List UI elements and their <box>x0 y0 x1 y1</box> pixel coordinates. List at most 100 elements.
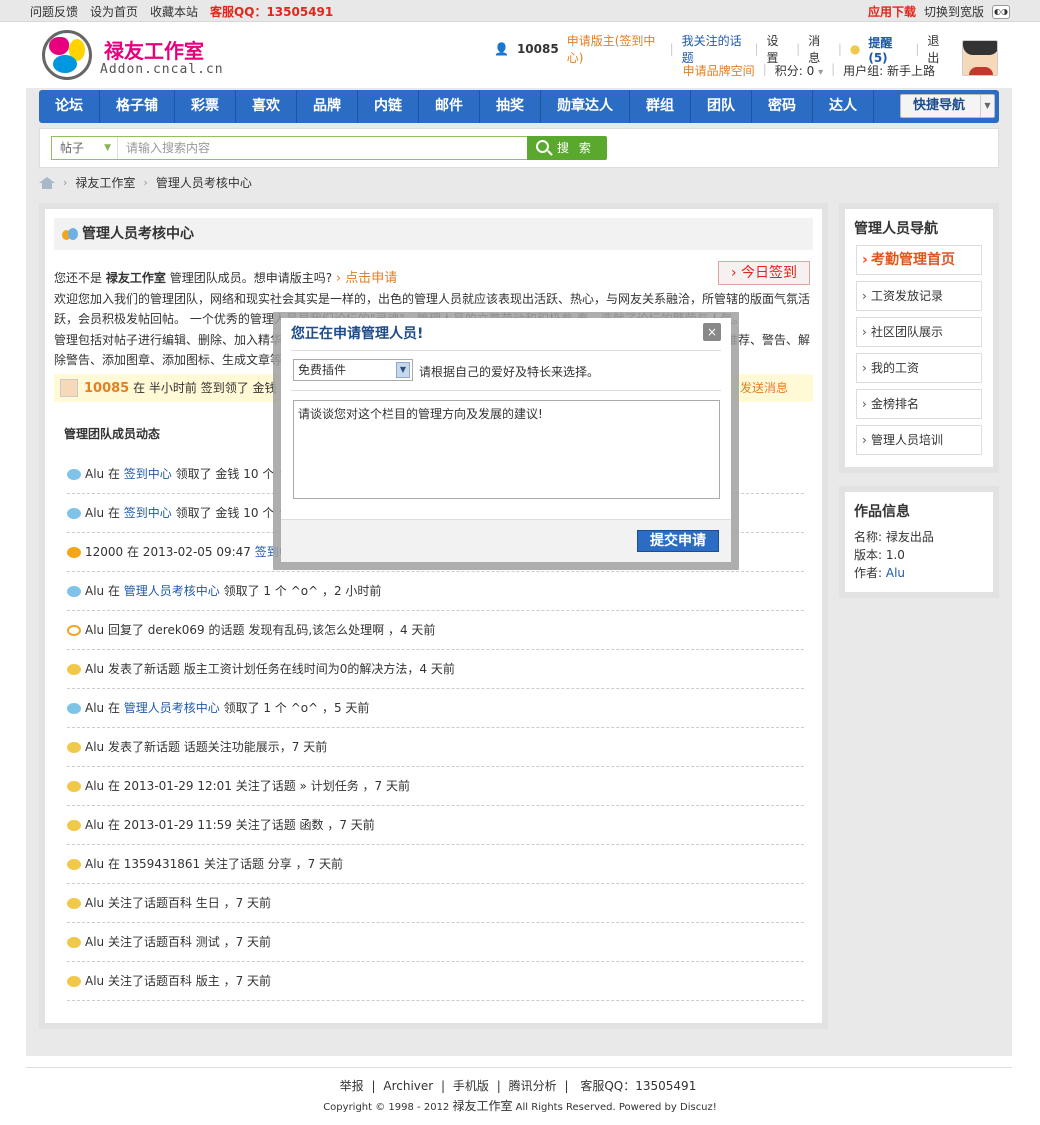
nav-item-team[interactable]: 团队 <box>691 90 752 123</box>
feed-link[interactable]: 管理人员考核中心 <box>124 701 220 715</box>
brand-space-link[interactable]: 申请品牌空间 <box>683 62 755 80</box>
settings-link[interactable]: 设置 <box>767 32 789 66</box>
sidebar-item-training[interactable]: 管理人员培训 <box>856 425 982 455</box>
logout-link[interactable]: 退出 <box>927 32 949 66</box>
avatar[interactable] <box>60 379 78 397</box>
list-item: Alu 关注了话题百科 生日 ，7 天前 <box>67 884 804 923</box>
suggestion-textarea[interactable]: 请谈谈您对这个栏目的管理方向及发展的建议! <box>293 400 720 499</box>
comment-icon <box>67 742 81 753</box>
sidebar-item-my-salary[interactable]: 我的工资 <box>856 353 982 383</box>
messages-link[interactable]: 消息 <box>808 32 830 66</box>
list-item: Alu 回复了 derek069 的话题 发现有乱码,该怎么处理啊 ，4 天前 <box>67 611 804 650</box>
feedback-link[interactable]: 问题反馈 <box>30 3 78 20</box>
switch-wide-link[interactable]: 切换到宽版 <box>924 3 984 20</box>
sidebar-item-ranking[interactable]: 金榜排名 <box>856 389 982 419</box>
bookmark-link[interactable]: 收藏本站 <box>150 3 198 20</box>
feed-text: Alu 发表了新话题 版主工资计划任务在线时间为0的解决方法，4 天前 <box>85 662 455 676</box>
search-input[interactable]: 请输入搜索内容 <box>126 137 210 159</box>
nav-item-grid-shop[interactable]: 格子铺 <box>100 90 175 123</box>
followed-topics-link[interactable]: 我关注的话题 <box>682 32 747 66</box>
close-icon[interactable]: × <box>703 323 721 341</box>
sidebar-item-attendance[interactable]: 考勤管理首页 <box>856 245 982 275</box>
not-member-notice: 您还不是 禄友工作室 管理团队成员。想申请版主吗? › 点击申请 <box>54 271 398 286</box>
feed-text: 12000 在 2013-02-05 09:47 <box>85 545 255 559</box>
logo-icon[interactable] <box>42 30 92 80</box>
dialog-title: 您正在申请管理人员! <box>291 326 424 342</box>
nav-item-brand[interactable]: 品牌 <box>297 90 358 123</box>
footer-archiver-link[interactable]: Archiver <box>383 1079 433 1093</box>
feed-text: 领取了 1 个 ^o^ ，5 天前 <box>219 701 370 715</box>
set-homepage-link[interactable]: 设为首页 <box>90 3 138 20</box>
quick-nav-button[interactable]: 快捷导航 ▼ <box>900 94 995 118</box>
home-icon[interactable] <box>39 176 55 189</box>
sidebar-item-team-showcase[interactable]: 社区团队展示 <box>856 317 982 347</box>
nav-item-expert[interactable]: 达人 <box>813 90 874 123</box>
avatar[interactable] <box>962 40 998 76</box>
send-message-link[interactable]: 发送消息 <box>740 374 788 402</box>
nav-item-mail[interactable]: 邮件 <box>419 90 480 123</box>
footer-analytics-link[interactable]: 腾讯分析 <box>509 1079 557 1093</box>
feed-link[interactable]: 签到中心 <box>124 506 172 520</box>
logo-subtitle: Addon.cncal.cn <box>100 62 224 77</box>
sign-user-id[interactable]: 10085 <box>84 381 129 396</box>
chevron-down-icon: ▼ <box>396 362 410 378</box>
comment-icon <box>67 898 81 909</box>
work-author-link[interactable]: Alu <box>886 566 905 580</box>
search-type-select[interactable]: 帖子 ▼ <box>52 137 118 159</box>
footer-links: 举报 | Archiver | 手机版 | 腾讯分析 | 客服QQ：135054… <box>339 1079 697 1093</box>
feed-text: Alu 在 <box>85 467 124 481</box>
chevron-down-icon: ▾ <box>818 67 824 78</box>
breadcrumb-site[interactable]: 禄友工作室 <box>75 174 135 191</box>
chevron-down-icon: ▼ <box>104 143 111 153</box>
comment-icon <box>67 937 81 948</box>
apply-link[interactable]: › 点击申请 <box>336 271 397 286</box>
nav-item-like[interactable]: 喜欢 <box>236 90 297 123</box>
feed-link[interactable]: 签到中心 <box>124 467 172 481</box>
dialog-footer: 提交申请 <box>281 519 731 562</box>
search-button[interactable]: 搜 索 <box>527 136 607 160</box>
chevron-down-icon: ▼ <box>980 95 994 117</box>
usergroup-link[interactable]: 用户组: 新手上路 <box>843 62 935 80</box>
category-select[interactable]: 免费插件 ▼ <box>293 359 413 381</box>
work-name: 名称: 禄友出品 <box>854 530 934 544</box>
feed-text: Alu 关注了话题百科 测试 ，7 天前 <box>85 935 272 949</box>
checkin-button[interactable]: › 今日签到 <box>718 261 810 285</box>
user-icon: 👤 <box>494 42 509 56</box>
nav-item-group[interactable]: 群组 <box>630 90 691 123</box>
service-qq: 客服QQ：13505491 <box>210 5 334 19</box>
nav-item-draw[interactable]: 抽奖 <box>480 90 541 123</box>
wide-screen-icon[interactable]: ◐◑ <box>992 4 1010 19</box>
nav-item-forum[interactable]: 论坛 <box>39 90 100 123</box>
feed-link[interactable]: 管理人员考核中心 <box>124 584 220 598</box>
bulb-icon: ● <box>849 42 861 56</box>
footer-report-link[interactable]: 举报 <box>340 1079 364 1093</box>
logo-title[interactable]: 禄友工作室 <box>104 35 204 64</box>
app-download-link[interactable]: 应用下载 <box>868 3 916 20</box>
comment-icon <box>67 820 81 831</box>
nav-item-medal[interactable]: 勋章达人 <box>541 90 630 123</box>
feed-text: Alu 在 2013-01-29 12:01 关注了话题 » 计划任务 ，7 天… <box>85 779 410 793</box>
nav-item-lottery[interactable]: 彩票 <box>175 90 236 123</box>
user-id-link[interactable]: 10085 <box>517 42 559 56</box>
list-item: Alu 在 1359431861 关注了话题 分享 ，7 天前 <box>67 845 804 884</box>
user-info: 👤 10085 申请版主(签到中心) | 我关注的话题 | 设置 | 消息 | … <box>494 34 949 80</box>
feed-text: 领取了 1 个 ^o^ ，2 小时前 <box>219 584 382 598</box>
submit-application-button[interactable]: 提交申请 <box>637 530 719 552</box>
nav-item-password[interactable]: 密码 <box>752 90 813 123</box>
footer-mobile-link[interactable]: 手机版 <box>453 1079 489 1093</box>
feed-text: Alu 在 <box>85 701 124 715</box>
footer-qq: 客服QQ：13505491 <box>580 1079 697 1093</box>
list-item: Alu 在 2013-01-29 12:01 关注了话题 » 计划任务 ，7 天… <box>67 767 804 806</box>
work-version: 版本: 1.0 <box>854 548 905 562</box>
points-link[interactable]: 积分: 0 ▾ <box>775 62 823 80</box>
nav-item-inner-link[interactable]: 内链 <box>358 90 419 123</box>
apply-moderator-link[interactable]: 申请版主(签到中心) <box>567 32 662 66</box>
search-box: 帖子 ▼ 请输入搜索内容 <box>51 136 528 160</box>
comment-icon <box>67 547 81 558</box>
breadcrumb-current[interactable]: 管理人员考核中心 <box>156 174 252 191</box>
sidebar-item-salary-records[interactable]: 工资发放记录 <box>856 281 982 311</box>
work-info-title: 作品信息 <box>854 504 910 520</box>
work-author: 作者: Alu <box>854 566 906 580</box>
remind-link[interactable]: 提醒(5) <box>868 34 907 65</box>
list-item: Alu 关注了话题百科 测试 ，7 天前 <box>67 923 804 962</box>
